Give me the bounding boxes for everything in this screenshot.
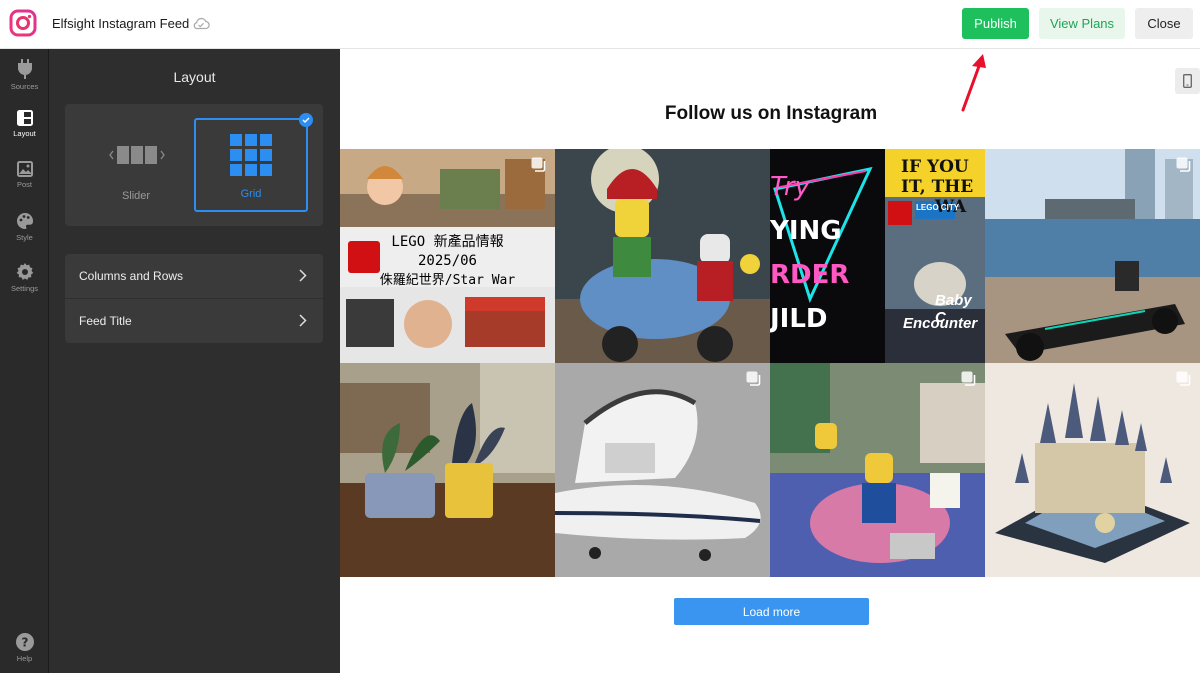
menu-label: Columns and Rows (79, 269, 184, 283)
slider-layout-icon (109, 146, 165, 164)
slider-label: Slider (121, 190, 151, 202)
publish-button[interactable]: Publish (962, 8, 1029, 39)
sidebar-label-settings: Settings (10, 284, 39, 293)
post-text: YING (770, 216, 842, 246)
post-image (770, 363, 985, 577)
widget-preview: Follow us on Instagram LEGO 新產品情報 2025/0… (340, 49, 1200, 673)
sidebar-label-style: Style (16, 233, 33, 242)
panel-title: Layout (173, 69, 216, 85)
post-image (340, 363, 555, 577)
sidebar-item-sources[interactable]: Sources (0, 59, 49, 91)
sidebar-label-post: Post (16, 180, 32, 189)
instagram-post-tile[interactable]: LEGO 新產品情報 2025/06 侏羅紀世界/Star War (340, 149, 555, 363)
image-icon (16, 161, 33, 177)
grid-label: Grid (240, 188, 262, 200)
sidebar-item-help[interactable]: ? Help (0, 633, 49, 663)
multiple-images-icon (1176, 157, 1191, 172)
post-text: IF YOU (901, 157, 969, 177)
post-text: IT, THE (901, 177, 974, 197)
layout-option-slider[interactable]: Slider (79, 118, 193, 212)
sidebar-item-style[interactable]: Style (0, 212, 49, 242)
sidebar-item-post[interactable]: Post (0, 161, 49, 189)
load-more-button[interactable]: Load more (674, 598, 869, 625)
instagram-post-tile[interactable] (555, 363, 770, 577)
sidebar-item-layout[interactable]: Layout (0, 110, 49, 138)
feed-title-menu-item[interactable]: Feed Title (65, 299, 323, 343)
post-badge: LEGO CITY (916, 203, 960, 212)
svg-text:?: ? (21, 636, 28, 650)
multiple-images-icon (746, 371, 761, 386)
close-button[interactable]: Close (1135, 8, 1193, 39)
multiple-images-icon (961, 371, 976, 386)
chevron-right-icon (299, 269, 307, 282)
post-caption-line: 2025/06 (417, 253, 477, 269)
grid-layout-icon (230, 134, 272, 176)
instagram-post-tile[interactable] (340, 363, 555, 577)
sidebar-label-layout: Layout (13, 129, 36, 138)
post-caption-line: 侏羅紀世界/Star War (379, 273, 516, 288)
mobile-device-icon (1183, 74, 1192, 88)
instagram-post-tile[interactable] (985, 363, 1200, 577)
post-caption-line: LEGO 新產品情報 (391, 234, 504, 250)
plug-icon (17, 59, 32, 79)
post-image (555, 149, 770, 363)
post-text: RDER (770, 260, 850, 290)
post-text: Encounter (903, 315, 978, 332)
post-image (985, 363, 1200, 577)
view-plans-button[interactable]: View Plans (1039, 8, 1125, 39)
mobile-preview-toggle[interactable] (1175, 68, 1200, 94)
layout-option-grid[interactable]: Grid (194, 113, 313, 212)
app-title: Elfsight Instagram Feed (52, 16, 190, 31)
layout-icon (16, 110, 33, 126)
arrow-annotation-icon (961, 54, 986, 112)
menu-label: Feed Title (79, 314, 132, 328)
post-text: JILD (770, 304, 828, 334)
chevron-right-icon (299, 314, 307, 327)
palette-icon (16, 212, 33, 229)
post-image (985, 149, 1200, 363)
settings-panel: Layout Slider Grid Columns and Rows Feed… (49, 49, 340, 673)
check-icon (299, 113, 313, 127)
instagram-post-tile[interactable] (555, 149, 770, 363)
instagram-logo-icon (9, 9, 37, 37)
post-image (555, 363, 770, 577)
help-icon: ? (15, 633, 34, 651)
columns-and-rows-menu-item[interactable]: Columns and Rows (65, 254, 323, 298)
instagram-post-tile[interactable] (985, 149, 1200, 363)
multiple-images-icon (531, 157, 546, 172)
multiple-images-icon (1176, 371, 1191, 386)
instagram-post-tile[interactable] (770, 363, 985, 577)
layout-picker: Slider Grid (65, 104, 323, 226)
post-text: Try (770, 172, 810, 202)
sidebar-rail: Sources Layout Post Style Settings ? Hel… (0, 49, 49, 673)
sidebar-label-help: Help (16, 654, 33, 663)
sidebar-item-settings[interactable]: Settings (0, 263, 49, 293)
sidebar-label-sources: Sources (10, 82, 39, 91)
instagram-post-tile[interactable]: Try YING RDER JILD IF YOU IT, THE WA LEG… (770, 149, 985, 363)
cloud-sync-icon (193, 17, 210, 30)
feed-title: Follow us on Instagram (664, 103, 878, 124)
instagram-grid: LEGO 新產品情報 2025/06 侏羅紀世界/Star War Try YI… (340, 149, 1200, 577)
gear-icon (16, 263, 33, 280)
top-bar: Elfsight Instagram Feed Publish View Pla… (0, 0, 1200, 49)
